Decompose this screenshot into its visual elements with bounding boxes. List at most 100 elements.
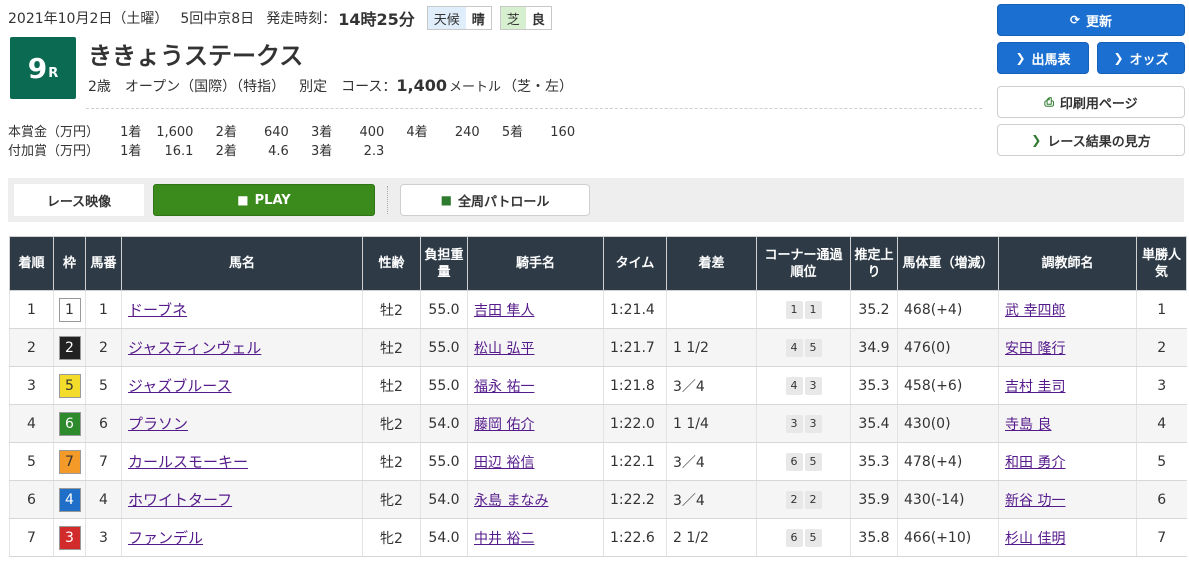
trainer-link[interactable]: 和田 勇介 — [1005, 455, 1065, 471]
patrol-video-button[interactable]: ■ 全周パトロール — [400, 184, 590, 216]
race-card-button[interactable]: ❯ 出馬表 — [997, 42, 1089, 74]
trainer-link[interactable]: 武 幸四郎 — [1005, 303, 1065, 319]
popularity: 6 — [1136, 480, 1187, 519]
col-header: タイム — [603, 236, 667, 291]
waku-cell: 1 — [53, 290, 86, 329]
horse-name-link[interactable]: ホワイトターフ — [128, 491, 232, 509]
added-prize-row: 付加賞（万円） 1着 16.1 2着 4.6 3着 2.3 — [8, 140, 402, 159]
body-weight: 466(+10) — [897, 518, 999, 557]
table-row: 6 4 4 ホワイトターフ 牝2 54.0 永島 まなみ 1:22.2 3／4 2 2 35.9 430… — [9, 480, 1187, 519]
waku-cell: 3 — [53, 518, 86, 557]
print-page-button[interactable]: ⎙ 印刷用ページ — [997, 86, 1185, 118]
race-time: 1:21.8 — [603, 366, 667, 405]
carried-weight: 54.0 — [420, 480, 468, 519]
prize-value: 2.3 — [363, 144, 385, 159]
horse-cell: ジャスティンヴェル — [121, 328, 363, 367]
jockey-cell: 松山 弘平 — [467, 328, 604, 367]
popularity: 5 — [1136, 442, 1187, 481]
corner-position: 3 — [804, 414, 822, 433]
jockey-cell: 中井 裕二 — [467, 518, 604, 557]
main-prize-row: 本賞金（万円） 1着 1,600 2着 640 3着 400 4着 240 5着 160 — [8, 121, 593, 140]
corner-cell: 65 — [756, 442, 851, 481]
horse-cell: カールスモーキー — [121, 442, 363, 481]
trainer-link[interactable]: 寺島 良 — [1005, 417, 1051, 433]
horse-name-link[interactable]: ファンデル — [128, 529, 203, 547]
chevron-circle-icon: ❯ — [1113, 51, 1124, 65]
body-weight: 430(0) — [897, 404, 999, 443]
horse-name-link[interactable]: プラソン — [128, 415, 188, 433]
prize-place: 1着 — [120, 144, 142, 159]
jockey-link[interactable]: 藤岡 佑介 — [474, 417, 534, 433]
carried-weight: 55.0 — [420, 442, 468, 481]
margin: 2 1/2 — [666, 518, 757, 557]
jockey-link[interactable]: 中井 裕二 — [474, 531, 534, 547]
jockey-cell: 福永 祐一 — [467, 366, 604, 405]
popularity: 4 — [1136, 404, 1187, 443]
trainer-cell: 和田 勇介 — [998, 442, 1137, 481]
race-distance: 1,400 — [396, 76, 448, 95]
waku-cell: 7 — [53, 442, 86, 481]
trainer-link[interactable]: 杉山 佳明 — [1005, 531, 1065, 547]
track-pill: 芝 良 — [499, 6, 552, 30]
trainer-link[interactable]: 新谷 功一 — [1005, 493, 1065, 509]
race-class: オープン（国際）（特指） — [124, 79, 286, 95]
corner-positions: 22 — [785, 490, 822, 509]
track-condition: 良 — [525, 7, 551, 29]
print-label: 印刷用ページ — [1059, 96, 1138, 112]
finish-place: 7 — [9, 518, 54, 557]
corner-position: 4 — [785, 338, 803, 357]
margin: 3／4 — [666, 366, 757, 405]
trainer-link[interactable]: 安田 隆行 — [1005, 341, 1065, 357]
horse-name-link[interactable]: ドーブネ — [128, 301, 187, 319]
race-date: 2021年10月2日（土曜） — [8, 11, 169, 27]
jockey-link[interactable]: 吉田 隼人 — [474, 303, 534, 319]
trainer-cell: 武 幸四郎 — [998, 290, 1137, 329]
update-button[interactable]: ⟳ 更新 — [997, 4, 1185, 36]
horse-name-link[interactable]: カールスモーキー — [128, 453, 248, 471]
odds-label: オッズ — [1129, 52, 1169, 68]
jockey-cell: 永島 まなみ — [467, 480, 604, 519]
prize-place: 2着 — [215, 125, 237, 140]
col-header: 枠 — [53, 236, 86, 291]
corner-position: 5 — [804, 528, 822, 547]
body-weight: 478(+4) — [897, 442, 999, 481]
body-weight: 430(-14) — [897, 480, 999, 519]
col-header: 馬番 — [85, 236, 122, 291]
jockey-link[interactable]: 永島 まなみ — [474, 493, 548, 509]
corner-cell: 65 — [756, 518, 851, 557]
corner-positions: 11 — [785, 300, 822, 319]
trainer-link[interactable]: 吉村 圭司 — [1005, 379, 1065, 395]
jockey-cell: 藤岡 佑介 — [467, 404, 604, 443]
race-time: 1:22.2 — [603, 480, 667, 519]
horse-cell: ドーブネ — [121, 290, 363, 329]
corner-position: 5 — [804, 452, 822, 471]
prize-value: 4.6 — [268, 144, 289, 159]
horse-number: 3 — [85, 518, 122, 557]
play-button[interactable]: ■ PLAY — [153, 184, 375, 216]
corner-position: 1 — [804, 300, 822, 319]
prize-place: 3着 — [310, 125, 333, 140]
corner-cell: 33 — [756, 404, 851, 443]
horse-cell: プラソン — [121, 404, 363, 443]
corner-position: 6 — [785, 452, 803, 471]
corner-position: 4 — [785, 376, 803, 395]
jockey-link[interactable]: 松山 弘平 — [474, 341, 534, 357]
chevron-circle-icon: ❯ — [1015, 51, 1026, 65]
horse-name-link[interactable]: ジャズブルース — [128, 377, 232, 395]
race-conditions: 2歳 オープン（国際）（特指） 別定 コース： 1,400 メートル （芝・左） — [88, 76, 587, 96]
col-header: 負担重量 — [420, 236, 468, 291]
corner-cell: 45 — [756, 328, 851, 367]
horse-name-link[interactable]: ジャスティンヴェル — [128, 339, 261, 357]
jockey-link[interactable]: 田辺 裕信 — [474, 455, 534, 471]
waku-badge: 4 — [58, 487, 81, 512]
race-time: 1:22.6 — [603, 518, 667, 557]
sex-age: 牡2 — [362, 328, 421, 367]
odds-button[interactable]: ❯ オッズ — [1097, 42, 1185, 74]
race-weight-rule: 別定 — [299, 79, 328, 95]
how-to-read-button[interactable]: ❯ レース結果の見方 — [997, 124, 1185, 156]
refresh-icon: ⟳ — [1069, 13, 1081, 27]
waku-cell: 2 — [53, 328, 86, 367]
course-label: コース： — [341, 79, 397, 95]
carried-weight: 55.0 — [420, 328, 468, 367]
jockey-link[interactable]: 福永 祐一 — [474, 379, 534, 395]
